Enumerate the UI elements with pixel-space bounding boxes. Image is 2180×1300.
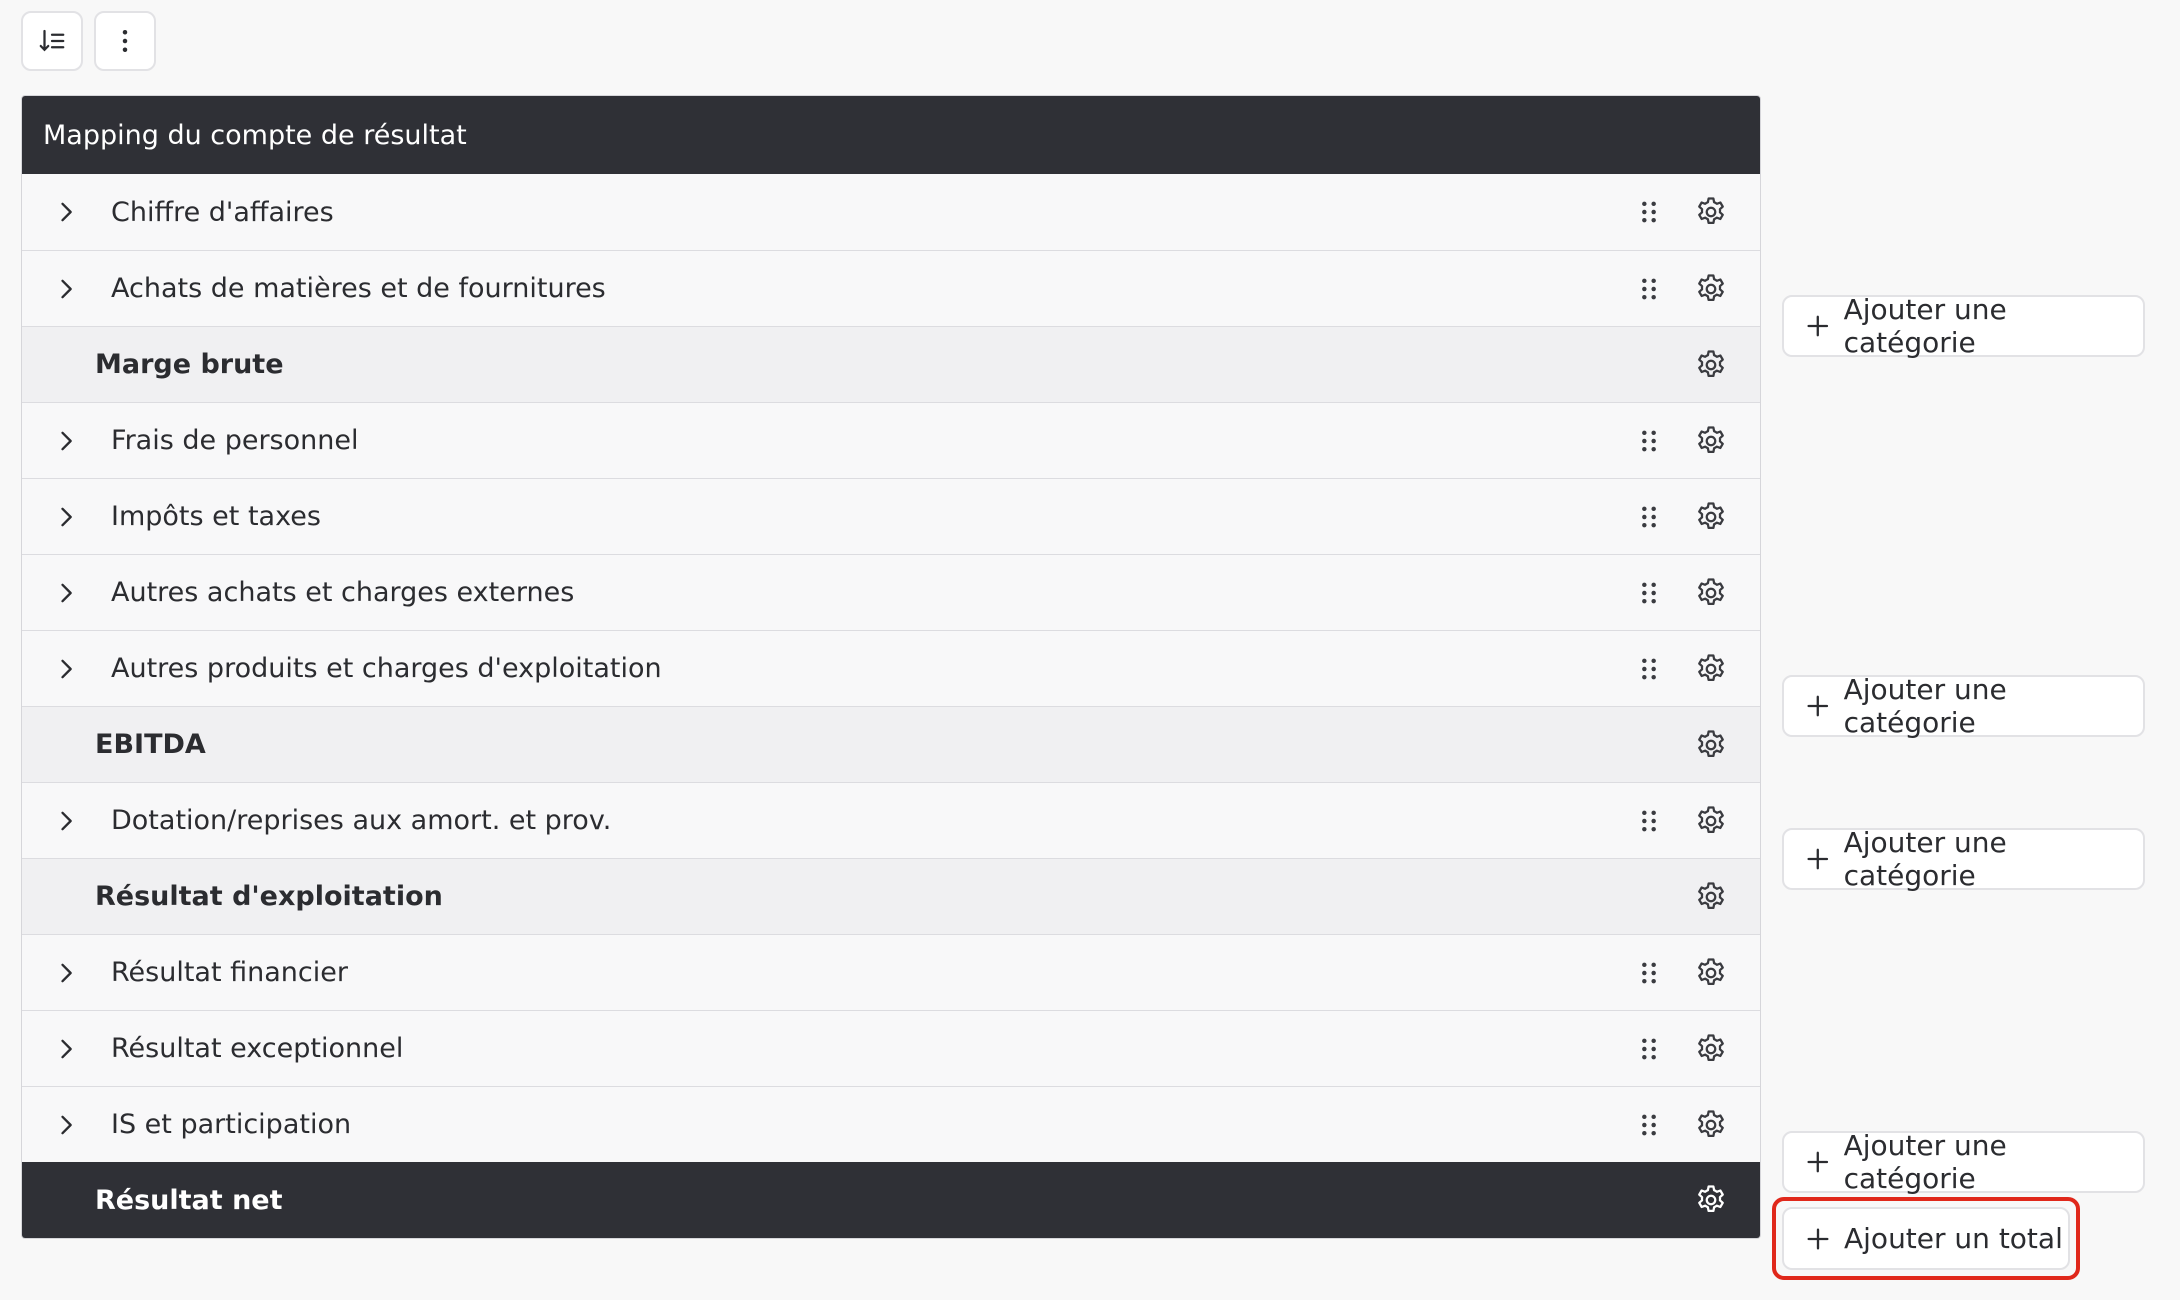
rows-list: Chiffre d'affaires Achats de matières et …	[22, 174, 1760, 1238]
drag-handle-icon[interactable]	[1635, 579, 1663, 607]
plus-icon	[1807, 315, 1829, 337]
plus-icon	[1807, 1228, 1829, 1249]
category-row[interactable]: Autres produits et charges d'exploitatio…	[22, 630, 1760, 706]
total-row: Résultat d'exploitation	[22, 858, 1760, 934]
category-row[interactable]: Résultat financier	[22, 934, 1760, 1010]
drag-handle-icon[interactable]	[1635, 1111, 1663, 1139]
row-label: Chiffre d'affaires	[111, 196, 334, 228]
chevron-right-icon[interactable]	[52, 1035, 80, 1063]
more-vertical-icon	[122, 30, 128, 52]
total-row: Marge brute	[22, 326, 1760, 402]
settings-gear-icon[interactable]	[1694, 804, 1728, 838]
chevron-right-icon[interactable]	[52, 579, 80, 607]
settings-gear-icon[interactable]	[1694, 956, 1728, 990]
drag-handle-icon[interactable]	[1635, 807, 1663, 835]
more-options-button[interactable]	[94, 11, 156, 71]
plus-icon	[1807, 1151, 1829, 1173]
add-category-button[interactable]: Ajouter une catégorie	[1782, 826, 2145, 892]
drag-handle-icon[interactable]	[1635, 198, 1663, 226]
category-row[interactable]: Achats de matières et de fournitures	[22, 250, 1760, 326]
plus-icon	[1807, 848, 1829, 870]
row-label: Autres achats et charges externes	[111, 577, 575, 608]
settings-gear-icon[interactable]	[1694, 652, 1728, 686]
row-label: Résultat net	[95, 1184, 283, 1216]
settings-gear-icon[interactable]	[1694, 1032, 1728, 1066]
settings-gear-icon[interactable]	[1694, 728, 1728, 762]
drag-handle-icon[interactable]	[1635, 655, 1663, 683]
settings-gear-icon[interactable]	[1694, 880, 1728, 914]
settings-gear-icon[interactable]	[1694, 1108, 1728, 1142]
plus-icon	[1807, 695, 1829, 717]
chevron-right-icon[interactable]	[52, 198, 80, 226]
add-total-label: Ajouter un total	[1844, 1222, 2063, 1255]
settings-gear-icon[interactable]	[1694, 424, 1728, 458]
category-row[interactable]: Impôts et taxes	[22, 478, 1760, 554]
add-category-label: Ajouter une catégorie	[1843, 1129, 2007, 1195]
add-category-label: Ajouter une catégorie	[1843, 673, 2007, 739]
drag-handle-icon[interactable]	[1635, 1035, 1663, 1063]
category-row[interactable]: IS et participation	[22, 1086, 1760, 1162]
mapping-panel: Mapping du compte de résultat Chiffre d'…	[21, 95, 1761, 1239]
drag-handle-icon[interactable]	[1635, 427, 1663, 455]
row-label: Résultat financier	[111, 957, 348, 988]
settings-gear-icon[interactable]	[1694, 272, 1728, 306]
drag-handle-icon[interactable]	[1635, 959, 1663, 987]
sort-icon	[39, 29, 65, 52]
chevron-right-icon[interactable]	[52, 427, 80, 455]
row-label: Impôts et taxes	[111, 501, 321, 532]
row-label: Dotation/reprises aux amort. et prov.	[111, 805, 612, 836]
chevron-right-icon[interactable]	[52, 503, 80, 531]
chevron-right-icon[interactable]	[52, 275, 80, 303]
chevron-right-icon[interactable]	[52, 655, 80, 683]
category-row[interactable]: Frais de personnel	[22, 402, 1760, 478]
row-label: IS et participation	[111, 1109, 352, 1140]
add-total-highlight: Ajouter un total	[1772, 1197, 2080, 1280]
row-label: Marge brute	[95, 349, 284, 380]
settings-gear-icon[interactable]	[1694, 195, 1728, 229]
add-total-button[interactable]: Ajouter un total	[1782, 1207, 2070, 1270]
row-label: Résultat exceptionnel	[111, 1033, 404, 1064]
settings-gear-icon[interactable]	[1694, 1183, 1728, 1217]
row-label: Frais de personnel	[111, 425, 359, 456]
chevron-right-icon[interactable]	[52, 1111, 80, 1139]
settings-gear-icon[interactable]	[1694, 576, 1728, 610]
sort-button[interactable]	[21, 11, 83, 71]
row-label: EBITDA	[95, 729, 206, 760]
settings-gear-icon[interactable]	[1694, 348, 1728, 382]
final-total-row: Résultat net	[22, 1162, 1760, 1238]
total-row: EBITDA	[22, 706, 1760, 782]
chevron-right-icon[interactable]	[52, 807, 80, 835]
settings-gear-icon[interactable]	[1694, 500, 1728, 534]
panel-title: Mapping du compte de résultat	[22, 96, 1760, 174]
row-label: Achats de matières et de fournitures	[111, 273, 606, 304]
category-row[interactable]: Chiffre d'affaires	[22, 174, 1760, 250]
drag-handle-icon[interactable]	[1635, 503, 1663, 531]
add-category-button[interactable]: Ajouter une catégorie	[1782, 673, 2145, 739]
add-category-button[interactable]: Ajouter une catégorie	[1782, 1129, 2145, 1195]
category-row[interactable]: Dotation/reprises aux amort. et prov.	[22, 782, 1760, 858]
add-category-button[interactable]: Ajouter une catégorie	[1782, 293, 2145, 359]
add-category-label: Ajouter une catégorie	[1843, 826, 2007, 892]
row-label: Résultat d'exploitation	[95, 881, 443, 912]
add-category-label: Ajouter une catégorie	[1843, 293, 2007, 359]
chevron-right-icon[interactable]	[52, 959, 80, 987]
drag-handle-icon[interactable]	[1635, 275, 1663, 303]
row-label: Autres produits et charges d'exploitatio…	[111, 653, 662, 684]
category-row[interactable]: Autres achats et charges externes	[22, 554, 1760, 630]
category-row[interactable]: Résultat exceptionnel	[22, 1010, 1760, 1086]
